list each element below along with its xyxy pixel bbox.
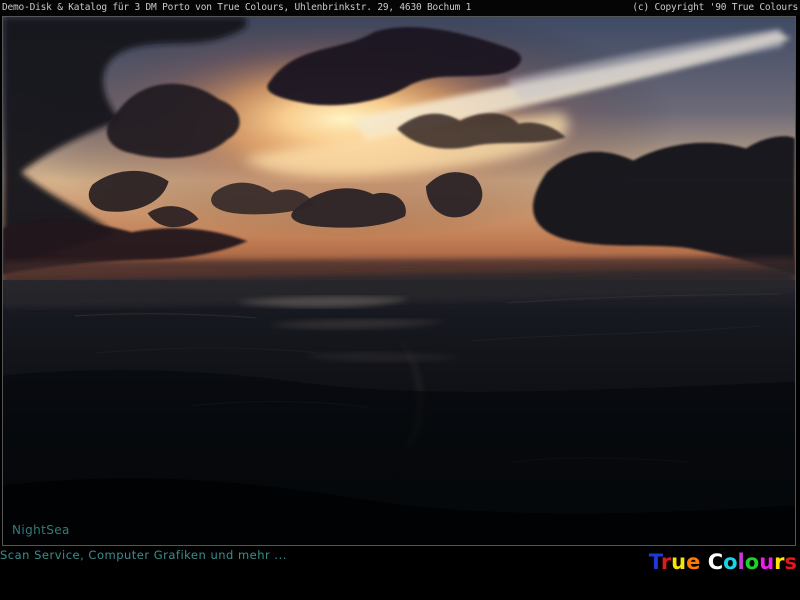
- catalog-address-text: Demo-Disk & Katalog für 3 DM Porto von T…: [2, 2, 472, 13]
- logo-letter: l: [737, 550, 745, 574]
- service-tagline: Scan Service, Computer Grafiken und mehr…: [0, 548, 287, 562]
- sunset-sea-photo: [3, 17, 795, 545]
- photo-frame: NightSea: [2, 16, 796, 546]
- logo-letter: u: [671, 550, 687, 574]
- logo-letter: u: [759, 550, 775, 574]
- logo-letter: o: [744, 550, 760, 574]
- logo-letter: s: [784, 550, 798, 574]
- logo-letter: C: [707, 550, 724, 574]
- logo-letter: r: [774, 550, 785, 574]
- logo-letter: T: [648, 550, 661, 574]
- logo-letter: e: [686, 550, 701, 574]
- copyright-text: (c) Copyright '90 True Colours: [632, 2, 798, 13]
- photo-caption: NightSea: [12, 523, 70, 537]
- logo-space: [700, 550, 707, 574]
- true-colours-logo: True Colours: [649, 549, 797, 575]
- logo-letter: r: [660, 550, 672, 574]
- screen: Demo-Disk & Katalog für 3 DM Porto von T…: [0, 0, 800, 600]
- logo-letter: o: [723, 550, 738, 574]
- title-bar: Demo-Disk & Katalog für 3 DM Porto von T…: [0, 0, 800, 16]
